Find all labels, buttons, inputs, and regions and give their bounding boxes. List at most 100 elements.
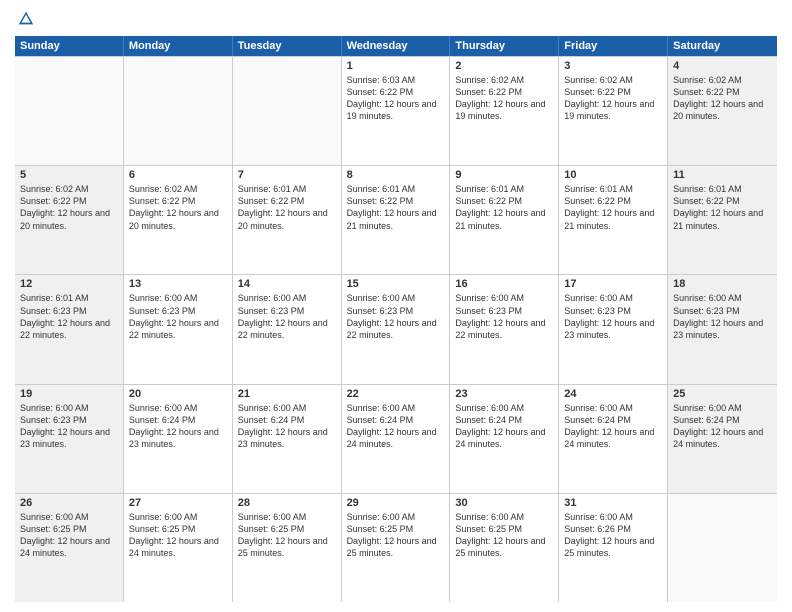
calendar-body: 1 Sunrise: 6:03 AM Sunset: 6:22 PM Daylig… — [15, 56, 777, 602]
day-info: Sunrise: 6:00 AM Sunset: 6:24 PM Dayligh… — [129, 402, 227, 451]
day-cell-4: 4 Sunrise: 6:02 AM Sunset: 6:22 PM Daylig… — [668, 57, 777, 165]
day-cell-15: 15 Sunrise: 6:00 AM Sunset: 6:23 PM Dayli… — [342, 275, 451, 383]
calendar-row-0: 1 Sunrise: 6:03 AM Sunset: 6:22 PM Daylig… — [15, 57, 777, 166]
day-number: 28 — [238, 497, 336, 509]
day-cell-20: 20 Sunrise: 6:00 AM Sunset: 6:24 PM Dayli… — [124, 385, 233, 493]
day-cell-8: 8 Sunrise: 6:01 AM Sunset: 6:22 PM Daylig… — [342, 166, 451, 274]
empty-cell — [15, 57, 124, 165]
day-number: 7 — [238, 169, 336, 181]
day-cell-18: 18 Sunrise: 6:00 AM Sunset: 6:23 PM Dayli… — [668, 275, 777, 383]
weekday-header-tuesday: Tuesday — [233, 36, 342, 56]
header — [15, 10, 777, 28]
day-info: Sunrise: 6:03 AM Sunset: 6:22 PM Dayligh… — [347, 74, 445, 123]
day-cell-31: 31 Sunrise: 6:00 AM Sunset: 6:26 PM Dayli… — [559, 494, 668, 602]
day-number: 5 — [20, 169, 118, 181]
weekday-header-monday: Monday — [124, 36, 233, 56]
day-info: Sunrise: 6:01 AM Sunset: 6:22 PM Dayligh… — [673, 183, 772, 232]
calendar-row-1: 5 Sunrise: 6:02 AM Sunset: 6:22 PM Daylig… — [15, 166, 777, 275]
day-number: 25 — [673, 388, 772, 400]
day-info: Sunrise: 6:01 AM Sunset: 6:22 PM Dayligh… — [564, 183, 662, 232]
day-info: Sunrise: 6:00 AM Sunset: 6:24 PM Dayligh… — [564, 402, 662, 451]
day-cell-19: 19Sunrise: 6:00 AM Sunset: 6:23 PM Dayli… — [15, 385, 124, 493]
day-number: 29 — [347, 497, 445, 509]
day-info: Sunrise: 6:00 AM Sunset: 6:25 PM Dayligh… — [455, 511, 553, 560]
day-info: Sunrise: 6:02 AM Sunset: 6:22 PM Dayligh… — [129, 183, 227, 232]
day-info: Sunrise: 6:00 AM Sunset: 6:23 PM Dayligh… — [564, 292, 662, 341]
day-number: 16 — [455, 278, 553, 290]
day-cell-13: 13Sunrise: 6:00 AM Sunset: 6:23 PM Dayli… — [124, 275, 233, 383]
day-number: 2 — [455, 60, 553, 72]
day-cell-2: 2 Sunrise: 6:02 AM Sunset: 6:22 PM Daylig… — [450, 57, 559, 165]
day-cell-23: 23Sunrise: 6:00 AM Sunset: 6:24 PM Dayli… — [450, 385, 559, 493]
day-info: Sunrise: 6:00 AM Sunset: 6:26 PM Dayligh… — [564, 511, 662, 560]
day-cell-16: 16Sunrise: 6:00 AM Sunset: 6:23 PM Dayli… — [450, 275, 559, 383]
day-info: Sunrise: 6:02 AM Sunset: 6:22 PM Dayligh… — [20, 183, 118, 232]
weekday-header-sunday: Sunday — [15, 36, 124, 56]
day-info: Sunrise: 6:01 AM Sunset: 6:22 PM Dayligh… — [455, 183, 553, 232]
day-info: Sunrise: 6:00 AM Sunset: 6:24 PM Dayligh… — [238, 402, 336, 451]
day-info: Sunrise: 6:00 AM Sunset: 6:23 PM Dayligh… — [673, 292, 772, 341]
day-info: Sunrise: 6:01 AM Sunset: 6:23 PM Dayligh… — [20, 292, 118, 341]
day-info: Sunrise: 6:00 AM Sunset: 6:25 PM Dayligh… — [238, 511, 336, 560]
day-cell-5: 5 Sunrise: 6:02 AM Sunset: 6:22 PM Daylig… — [15, 166, 124, 274]
day-info: Sunrise: 6:00 AM Sunset: 6:24 PM Dayligh… — [455, 402, 553, 451]
day-info: Sunrise: 6:02 AM Sunset: 6:22 PM Dayligh… — [564, 74, 662, 123]
day-number: 12 — [20, 278, 118, 290]
day-cell-30: 30Sunrise: 6:00 AM Sunset: 6:25 PM Dayli… — [450, 494, 559, 602]
day-number: 21 — [238, 388, 336, 400]
day-number: 14 — [238, 278, 336, 290]
day-number: 3 — [564, 60, 662, 72]
logo-icon — [17, 10, 35, 28]
day-cell-12: 12 Sunrise: 6:01 AM Sunset: 6:23 PM Dayli… — [15, 275, 124, 383]
day-number: 22 — [347, 388, 445, 400]
day-cell-11: 11 Sunrise: 6:01 AM Sunset: 6:22 PM Dayli… — [668, 166, 777, 274]
day-cell-17: 17 Sunrise: 6:00 AM Sunset: 6:23 PM Dayli… — [559, 275, 668, 383]
day-cell-7: 7 Sunrise: 6:01 AM Sunset: 6:22 PM Daylig… — [233, 166, 342, 274]
day-number: 6 — [129, 169, 227, 181]
day-info: Sunrise: 6:00 AM Sunset: 6:24 PM Dayligh… — [673, 402, 772, 451]
day-number: 27 — [129, 497, 227, 509]
day-info: Sunrise: 6:02 AM Sunset: 6:22 PM Dayligh… — [673, 74, 772, 123]
day-info: Sunrise: 6:01 AM Sunset: 6:22 PM Dayligh… — [347, 183, 445, 232]
weekday-header-wednesday: Wednesday — [342, 36, 451, 56]
day-number: 19 — [20, 388, 118, 400]
day-number: 26 — [20, 497, 118, 509]
weekday-header-friday: Friday — [559, 36, 668, 56]
day-info: Sunrise: 6:00 AM Sunset: 6:25 PM Dayligh… — [347, 511, 445, 560]
day-cell-29: 29 Sunrise: 6:00 AM Sunset: 6:25 PM Dayli… — [342, 494, 451, 602]
day-cell-27: 27Sunrise: 6:00 AM Sunset: 6:25 PM Dayli… — [124, 494, 233, 602]
day-info: Sunrise: 6:00 AM Sunset: 6:24 PM Dayligh… — [347, 402, 445, 451]
day-number: 15 — [347, 278, 445, 290]
day-number: 1 — [347, 60, 445, 72]
calendar-row-3: 19Sunrise: 6:00 AM Sunset: 6:23 PM Dayli… — [15, 385, 777, 494]
day-cell-22: 22 Sunrise: 6:00 AM Sunset: 6:24 PM Dayli… — [342, 385, 451, 493]
day-cell-10: 10Sunrise: 6:01 AM Sunset: 6:22 PM Dayli… — [559, 166, 668, 274]
day-number: 24 — [564, 388, 662, 400]
calendar-row-4: 26 Sunrise: 6:00 AM Sunset: 6:25 PM Dayli… — [15, 494, 777, 602]
logo — [15, 10, 35, 28]
day-info: Sunrise: 6:00 AM Sunset: 6:23 PM Dayligh… — [129, 292, 227, 341]
page: SundayMondayTuesdayWednesdayThursdayFrid… — [0, 0, 792, 612]
day-cell-25: 25 Sunrise: 6:00 AM Sunset: 6:24 PM Dayli… — [668, 385, 777, 493]
day-info: Sunrise: 6:01 AM Sunset: 6:22 PM Dayligh… — [238, 183, 336, 232]
day-cell-6: 6 Sunrise: 6:02 AM Sunset: 6:22 PM Daylig… — [124, 166, 233, 274]
day-info: Sunrise: 6:00 AM Sunset: 6:23 PM Dayligh… — [238, 292, 336, 341]
calendar: SundayMondayTuesdayWednesdayThursdayFrid… — [15, 36, 777, 602]
calendar-row-2: 12 Sunrise: 6:01 AM Sunset: 6:23 PM Dayli… — [15, 275, 777, 384]
calendar-header: SundayMondayTuesdayWednesdayThursdayFrid… — [15, 36, 777, 56]
day-cell-26: 26 Sunrise: 6:00 AM Sunset: 6:25 PM Dayli… — [15, 494, 124, 602]
day-info: Sunrise: 6:02 AM Sunset: 6:22 PM Dayligh… — [455, 74, 553, 123]
weekday-header-thursday: Thursday — [450, 36, 559, 56]
day-cell-9: 9Sunrise: 6:01 AM Sunset: 6:22 PM Daylig… — [450, 166, 559, 274]
day-number: 8 — [347, 169, 445, 181]
day-number: 17 — [564, 278, 662, 290]
day-number: 11 — [673, 169, 772, 181]
day-cell-24: 24 Sunrise: 6:00 AM Sunset: 6:24 PM Dayli… — [559, 385, 668, 493]
day-info: Sunrise: 6:00 AM Sunset: 6:25 PM Dayligh… — [20, 511, 118, 560]
day-number: 4 — [673, 60, 772, 72]
day-number: 18 — [673, 278, 772, 290]
day-number: 31 — [564, 497, 662, 509]
day-number: 20 — [129, 388, 227, 400]
day-cell-21: 21 Sunrise: 6:00 AM Sunset: 6:24 PM Dayli… — [233, 385, 342, 493]
day-info: Sunrise: 6:00 AM Sunset: 6:23 PM Dayligh… — [347, 292, 445, 341]
